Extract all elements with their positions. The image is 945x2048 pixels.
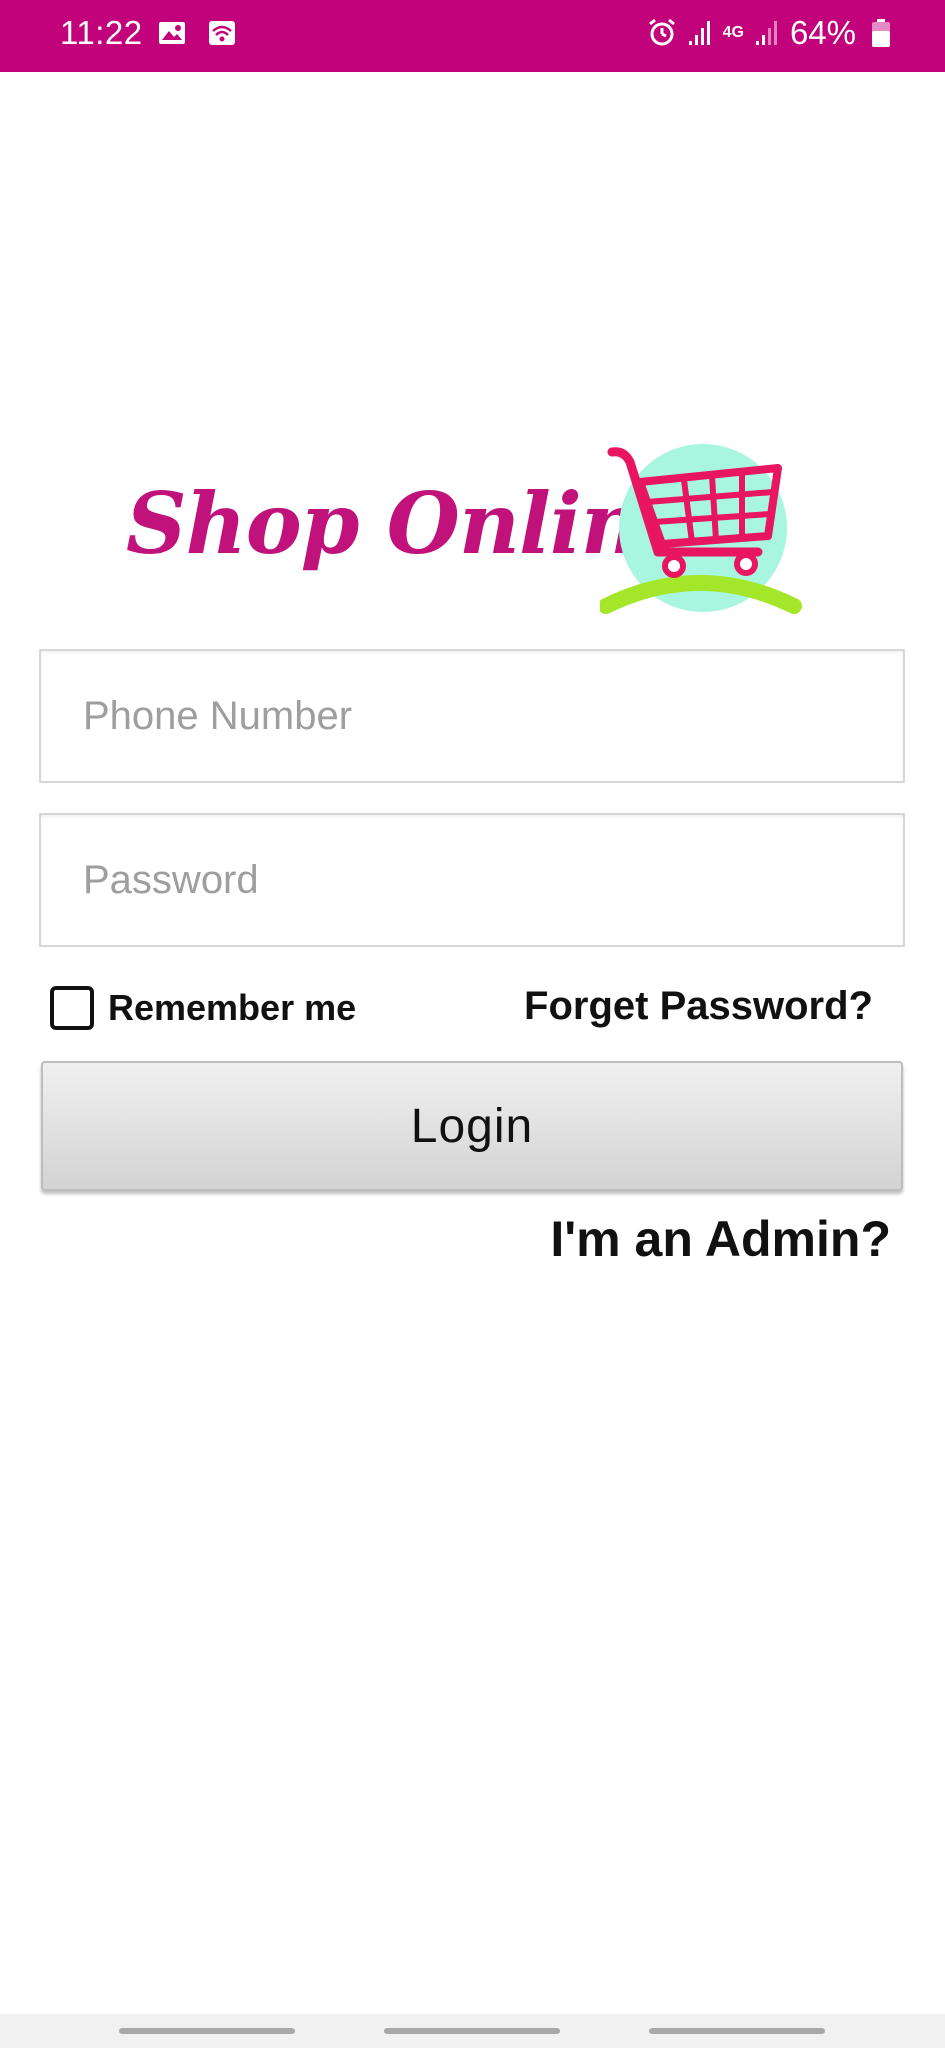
signal-icon — [755, 21, 777, 45]
phone-number-input[interactable] — [41, 651, 903, 781]
forget-password-link[interactable]: Forget Password? — [524, 984, 873, 1029]
status-bar: 11:22 4G 64% — [0, 0, 945, 72]
wifi-icon — [209, 21, 235, 45]
status-notification-icons — [158, 20, 236, 46]
app-logo: Shop Online — [120, 440, 830, 620]
alarm-icon — [648, 18, 675, 46]
status-time: 11:22 — [60, 14, 143, 51]
battery-icon — [872, 19, 890, 47]
remember-me-checkbox[interactable] — [50, 986, 94, 1030]
nav-back-button[interactable] — [649, 2028, 825, 2034]
image-icon — [159, 22, 185, 44]
battery-percentage: 64% — [789, 14, 856, 51]
password-input[interactable] — [41, 815, 903, 945]
remember-me-label[interactable]: Remember me — [108, 987, 356, 1029]
shopping-cart-icon — [600, 444, 802, 614]
login-button[interactable]: Login — [41, 1061, 903, 1191]
login-button-label: Login — [410, 1099, 534, 1153]
remember-me-row[interactable]: Remember me — [50, 986, 356, 1030]
phone-number-field[interactable] — [39, 649, 905, 783]
navigation-bar — [0, 2014, 945, 2048]
network-4g-icon: 4G — [722, 24, 744, 41]
signal-icon — [688, 21, 710, 45]
status-right-icons: 4G 64% — [647, 14, 890, 52]
nav-home-button[interactable] — [384, 2028, 560, 2034]
admin-link[interactable]: I'm an Admin? — [550, 1210, 891, 1268]
nav-recents-button[interactable] — [119, 2028, 295, 2034]
password-field[interactable] — [39, 813, 905, 947]
